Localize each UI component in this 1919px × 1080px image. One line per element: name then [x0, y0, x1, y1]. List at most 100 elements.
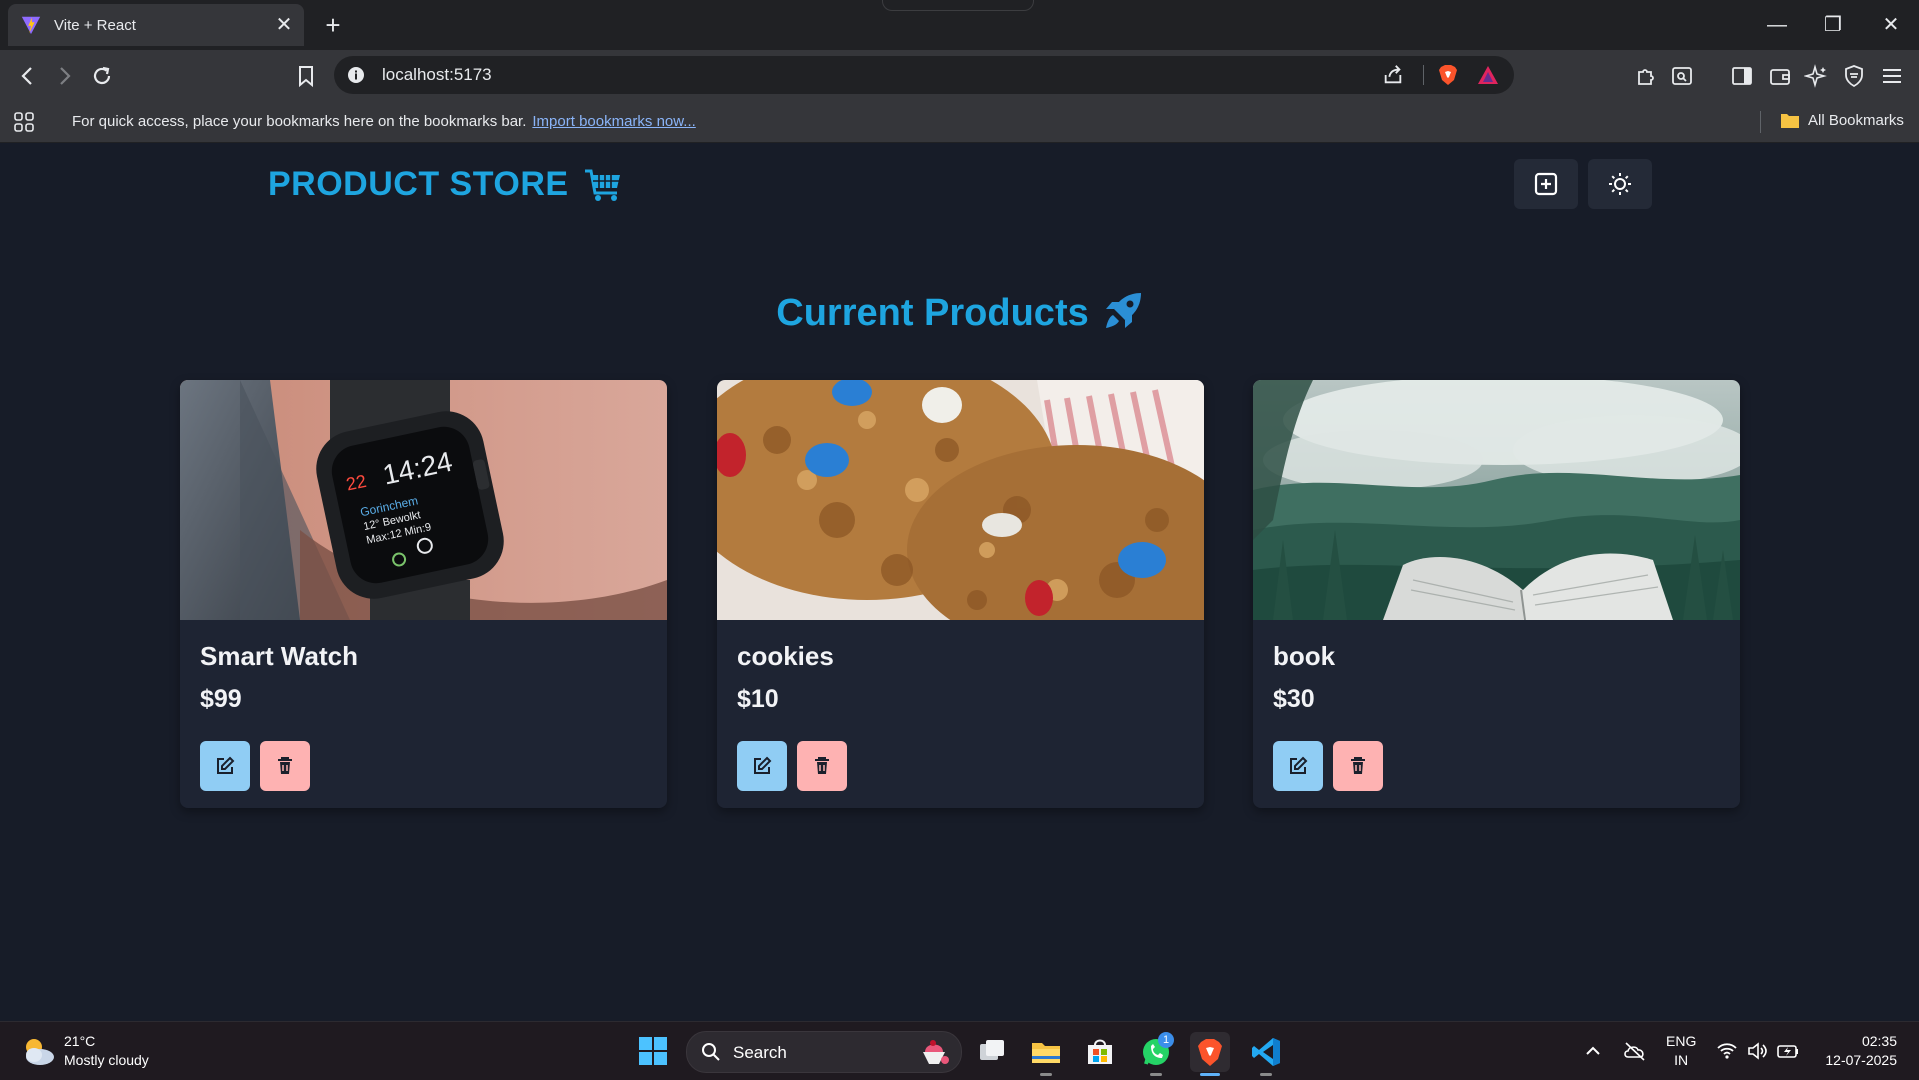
import-bookmarks-link[interactable]: Import bookmarks now... [532, 113, 695, 130]
shopping-cart-icon [584, 169, 620, 201]
brand-title: PRODUCT STORE [268, 165, 569, 203]
leo-ai-button[interactable] [1802, 62, 1830, 90]
wallet-button[interactable] [1766, 62, 1794, 90]
whatsapp-button[interactable]: 1 [1136, 1032, 1176, 1076]
onedrive-offline-icon[interactable] [1622, 1040, 1648, 1062]
language-indicator[interactable]: ENG IN [1666, 1032, 1696, 1070]
browser-toolbar: localhost:5173 [0, 50, 1919, 102]
product-card: 22 14:24 Gorinchem 12° Bewolkt Max:12 Mi… [180, 380, 667, 808]
product-price: $30 [1273, 685, 1315, 713]
trash-icon [815, 757, 829, 774]
folder-icon [1032, 1043, 1060, 1063]
share-icon[interactable] [1382, 64, 1404, 86]
weather-widget[interactable]: 21°C Mostly cloudy [20, 1032, 149, 1070]
close-window-button[interactable]: ✕ [1876, 10, 1906, 40]
address-separator [1423, 65, 1424, 85]
reload-icon [93, 66, 111, 85]
running-indicator [1040, 1073, 1052, 1076]
battery-charging-icon[interactable] [1776, 1040, 1800, 1062]
tab-strip: Vite + React ✕ + — ❐ ✕ [0, 0, 1919, 50]
product-price: $10 [737, 685, 779, 713]
extensions-button[interactable] [1632, 62, 1660, 90]
brave-shields-icon[interactable] [1436, 63, 1460, 87]
theme-toggle-button[interactable] [1588, 159, 1652, 209]
new-tab-button[interactable]: + [320, 12, 346, 38]
edit-button[interactable] [1273, 741, 1323, 791]
store-icon [1088, 1039, 1112, 1064]
window-notch [882, 0, 1034, 11]
cookies-photo [717, 380, 1204, 620]
all-bookmarks-label: All Bookmarks [1808, 111, 1904, 129]
brave-browser-button[interactable] [1190, 1032, 1230, 1076]
leo-search-button[interactable] [1668, 62, 1696, 90]
vscode-button[interactable] [1246, 1032, 1286, 1076]
trash-icon [1351, 757, 1365, 774]
sidebar-button[interactable] [1728, 62, 1756, 90]
product-image: 22 14:24 Gorinchem 12° Bewolkt Max:12 Mi… [180, 380, 667, 620]
product-name: cookies [737, 641, 834, 671]
back-button[interactable] [14, 62, 42, 90]
edit-button[interactable] [737, 741, 787, 791]
sidebar-icon [1732, 67, 1752, 85]
bookmark-button[interactable] [292, 62, 320, 90]
vpn-button[interactable] [1840, 62, 1868, 90]
minimize-button[interactable]: — [1762, 10, 1792, 40]
search-highlight-icon [923, 1040, 949, 1064]
product-image [717, 380, 1204, 620]
delete-button[interactable] [797, 741, 847, 791]
forward-button[interactable] [50, 62, 78, 90]
url-text[interactable]: localhost:5173 [382, 65, 492, 85]
delete-button[interactable] [260, 741, 310, 791]
smartwatch-photo: 22 14:24 Gorinchem 12° Bewolkt Max:12 Mi… [180, 380, 667, 620]
search-icon [702, 1043, 720, 1061]
windows-taskbar: 21°C Mostly cloudy Search 1 ENG IN 02:35… [0, 1021, 1919, 1080]
task-view-button[interactable] [972, 1032, 1012, 1072]
wallet-icon [1770, 69, 1790, 85]
taskbar-search[interactable]: Search [686, 1031, 962, 1073]
running-indicator [1260, 1073, 1272, 1076]
product-price: $99 [200, 685, 242, 713]
bookmarks-message: For quick access, place your bookmarks h… [72, 113, 527, 130]
running-indicator [1150, 1073, 1162, 1076]
apps-grid-icon[interactable] [12, 110, 36, 134]
lang-bottom: IN [1674, 1052, 1689, 1068]
brand-link[interactable]: PRODUCT STORE [268, 165, 623, 204]
watch-date: 22 [344, 471, 368, 495]
sparkle-icon [1804, 64, 1827, 88]
menu-button[interactable] [1878, 62, 1906, 90]
product-name: Smart Watch [200, 641, 358, 671]
browser-tab[interactable]: Vite + React ✕ [8, 4, 304, 46]
site-info-icon[interactable] [346, 65, 366, 85]
volume-icon[interactable] [1746, 1040, 1768, 1062]
sun-icon [1609, 173, 1631, 195]
reload-button[interactable] [88, 62, 116, 90]
puzzle-icon [1638, 69, 1654, 85]
back-arrow-icon [21, 67, 32, 85]
chevron-up-icon[interactable] [1582, 1040, 1604, 1062]
notification-badge: 1 [1158, 1032, 1174, 1048]
windows-start-icon[interactable] [638, 1036, 668, 1066]
delete-button[interactable] [1333, 741, 1383, 791]
page-heading: Current Products [0, 291, 1919, 335]
all-bookmarks-button[interactable]: All Bookmarks [1780, 111, 1904, 129]
file-explorer-button[interactable] [1026, 1032, 1066, 1076]
brave-rewards-icon[interactable] [1476, 64, 1500, 86]
lang-top: ENG [1666, 1033, 1697, 1049]
wifi-icon[interactable] [1716, 1040, 1738, 1062]
plus-square-icon [1534, 172, 1558, 196]
edit-button[interactable] [200, 741, 250, 791]
close-tab-icon[interactable]: ✕ [272, 13, 296, 37]
brave-lion-icon [1198, 1039, 1222, 1066]
active-indicator [1200, 1073, 1220, 1076]
system-clock[interactable]: 02:35 12-07-2025 [1825, 1032, 1897, 1070]
clock-time: 02:35 [1861, 1033, 1897, 1049]
edit-icon [754, 756, 772, 774]
tab-title: Vite + React [54, 16, 136, 34]
bookmark-icon [299, 66, 313, 88]
restore-button[interactable]: ❐ [1818, 10, 1848, 40]
address-bar[interactable]: localhost:5173 [334, 56, 1514, 94]
edit-icon [217, 756, 235, 774]
microsoft-store-button[interactable] [1080, 1032, 1120, 1072]
rocket-icon [1105, 293, 1141, 328]
create-product-button[interactable] [1514, 159, 1578, 209]
